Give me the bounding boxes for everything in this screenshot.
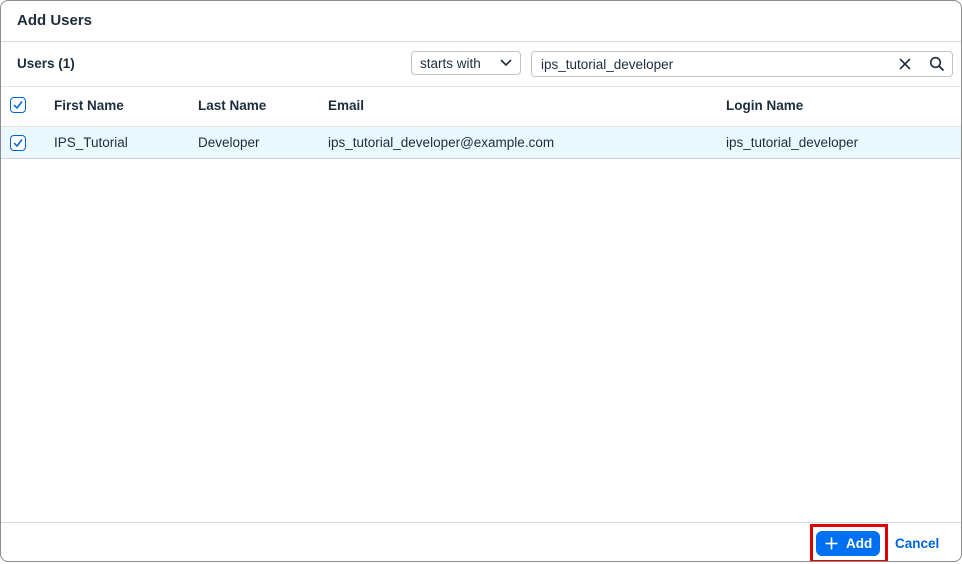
dialog-header: Add Users [1,1,961,42]
dialog-footer: Add Cancel [1,522,961,561]
chevron-down-icon [500,59,512,67]
filter-operator-value: starts with [420,56,481,71]
close-icon[interactable] [898,57,912,71]
column-header-email[interactable]: Email [328,99,364,113]
row-checkbox[interactable] [10,135,26,151]
search-input-value: ips_tutorial_developer [541,57,674,72]
check-icon [13,139,23,148]
search-input[interactable]: ips_tutorial_developer [531,51,953,77]
cancel-button[interactable]: Cancel [895,536,939,551]
select-all-checkbox[interactable] [10,97,26,113]
column-header-last-name[interactable]: Last Name [198,99,266,113]
search-icon[interactable] [929,56,945,72]
table-row[interactable]: IPS_Tutorial Developer ips_tutorial_deve… [1,127,961,159]
cell-last-name: Developer [198,135,260,150]
table-header-row: First Name Last Name Email Login Name [1,87,961,127]
table-toolbar: Users (1) starts with ips_tutorial_devel… [1,42,961,87]
cell-login-name: ips_tutorial_developer [726,135,859,150]
column-header-login-name[interactable]: Login Name [726,99,803,113]
filter-operator-select[interactable]: starts with [411,51,521,75]
column-header-first-name[interactable]: First Name [54,99,124,113]
plus-icon [825,537,838,550]
cell-email: ips_tutorial_developer@example.com [328,135,555,150]
cell-first-name: IPS_Tutorial [54,135,128,150]
add-button[interactable]: Add [816,531,880,556]
dialog-title: Add Users [17,12,93,29]
check-icon [13,101,23,110]
users-count-label: Users (1) [17,56,75,71]
add-users-dialog: Add Users Users (1) starts with ips_tuto… [0,0,962,562]
add-button-label: Add [846,536,873,551]
